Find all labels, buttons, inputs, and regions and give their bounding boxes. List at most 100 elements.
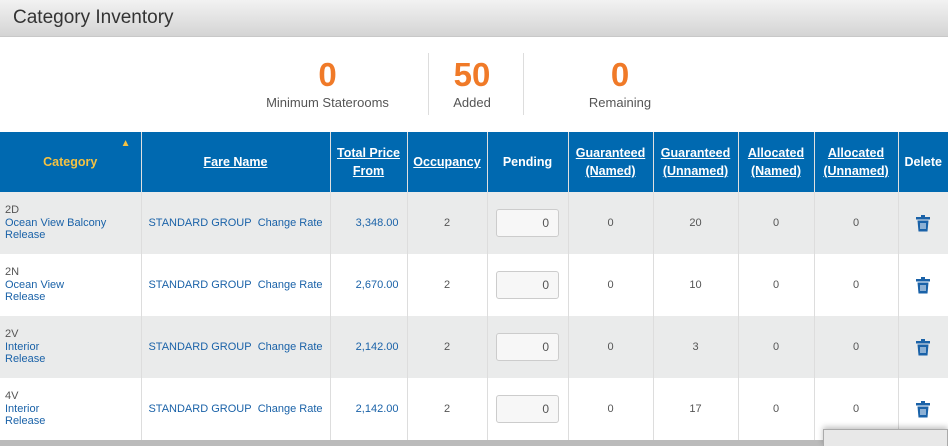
category-code: 2D <box>5 204 20 217</box>
divider <box>523 53 524 115</box>
change-rate-link[interactable]: Change Rate <box>258 403 323 415</box>
cell-price: 2,142.00 <box>329 378 407 440</box>
trash-icon[interactable] <box>916 276 931 293</box>
header-label: Guaranteed <box>575 146 646 160</box>
sort-ascending-icon: ▲ <box>120 138 131 149</box>
horizontal-scrollbar[interactable] <box>0 440 948 446</box>
cell-allocated-named: 0 <box>737 254 814 316</box>
category-name: Interior <box>5 402 40 415</box>
category-type: Release <box>5 415 46 428</box>
header-occupancy[interactable]: Occupancy <box>406 132 487 192</box>
cell-allocated-named: 0 <box>737 316 814 378</box>
cell-fare: STANDARD GROUP Change Rate <box>140 316 330 378</box>
cell-delete <box>897 254 948 316</box>
header-label: Fare Name <box>203 155 268 169</box>
stat-value: 50 <box>453 56 491 93</box>
cell-pending <box>486 378 568 440</box>
inventory-stats: 0 Minimum Staterooms 50 Added 0 Remaining <box>0 37 948 132</box>
cell-guaranteed-unnamed: 3 <box>652 316 738 378</box>
cell-guaranteed-unnamed: 17 <box>652 378 738 440</box>
header-total-price[interactable]: Total Price From <box>329 132 407 192</box>
cell-pending <box>486 316 568 378</box>
header-label: (Unnamed) <box>823 164 889 178</box>
fare-name: STANDARD GROUP <box>148 341 252 353</box>
header-pending: Pending <box>486 132 568 192</box>
category-code: 4V <box>5 390 19 403</box>
category-code: 2V <box>5 328 19 341</box>
header-category[interactable]: ▲ Category <box>0 132 141 192</box>
cell-pending <box>486 254 568 316</box>
floating-toolbar[interactable] <box>823 429 948 446</box>
stat-added: 50 Added <box>432 55 512 110</box>
table-row: 4V Interior Release STANDARD GROUP Change … <box>0 378 948 440</box>
fare-name: STANDARD GROUP <box>148 403 252 415</box>
cell-guaranteed-named: 0 <box>567 378 653 440</box>
header-label: Allocated <box>747 146 805 160</box>
table-row: 2N Ocean View Release STANDARD GROUP Chang… <box>0 254 948 316</box>
cell-category: 4V Interior Release <box>0 378 141 440</box>
cell-allocated-unnamed: 0 <box>813 316 898 378</box>
stat-value: 0 <box>610 56 630 93</box>
cell-guaranteed-unnamed: 10 <box>652 254 738 316</box>
header-delete: Delete <box>897 132 948 192</box>
cell-price: 2,142.00 <box>329 316 407 378</box>
category-name: Ocean View Balcony <box>5 216 107 229</box>
cell-guaranteed-unnamed: 20 <box>652 192 738 254</box>
pending-input[interactable] <box>496 209 559 237</box>
header-label: Total Price <box>337 146 400 160</box>
trash-icon[interactable] <box>916 400 931 417</box>
cell-guaranteed-named: 0 <box>567 254 653 316</box>
panel-title: Category Inventory <box>0 0 948 37</box>
stat-label: Added <box>453 95 491 110</box>
category-type: Release <box>5 353 46 366</box>
cell-category: 2N Ocean View Release <box>0 254 141 316</box>
header-guaranteed-named[interactable]: Guaranteed (Named) <box>567 132 653 192</box>
divider <box>428 53 429 115</box>
stat-label: Minimum Staterooms <box>266 95 389 110</box>
header-label: (Named) <box>585 164 636 178</box>
category-type: Release <box>5 291 46 304</box>
header-guaranteed-unnamed[interactable]: Guaranteed (Unnamed) <box>652 132 738 192</box>
cell-fare: STANDARD GROUP Change Rate <box>140 378 330 440</box>
category-code: 2N <box>5 266 20 279</box>
header-label: (Unnamed) <box>662 164 729 178</box>
category-name: Interior <box>5 340 40 353</box>
cell-allocated-named: 0 <box>737 378 814 440</box>
cell-guaranteed-named: 0 <box>567 192 653 254</box>
cell-occupancy: 2 <box>406 378 487 440</box>
cell-allocated-unnamed: 0 <box>813 192 898 254</box>
cell-pending <box>486 192 568 254</box>
stat-remaining: 0 Remaining <box>570 55 670 110</box>
change-rate-link[interactable]: Change Rate <box>258 341 323 353</box>
cell-price: 2,670.00 <box>329 254 407 316</box>
cell-category: 2V Interior Release <box>0 316 141 378</box>
cell-occupancy: 2 <box>406 254 487 316</box>
category-name: Ocean View <box>5 278 65 291</box>
cell-price: 3,348.00 <box>329 192 407 254</box>
trash-icon[interactable] <box>916 214 931 231</box>
pending-input[interactable] <box>496 333 559 361</box>
header-label: Allocated <box>827 146 885 160</box>
change-rate-link[interactable]: Change Rate <box>258 279 323 291</box>
pending-input[interactable] <box>496 395 559 423</box>
header-allocated-unnamed[interactable]: Allocated (Unnamed) <box>813 132 898 192</box>
stat-label: Remaining <box>588 95 652 110</box>
header-allocated-named[interactable]: Allocated (Named) <box>737 132 814 192</box>
header-fare-name[interactable]: Fare Name <box>140 132 330 192</box>
header-label: Guaranteed <box>660 146 731 160</box>
cell-category: 2D Ocean View Balcony Release <box>0 192 141 254</box>
header-label: (Named) <box>750 164 801 178</box>
cell-fare: STANDARD GROUP Change Rate <box>140 254 330 316</box>
table-row: 2V Interior Release STANDARD GROUP Change … <box>0 316 948 378</box>
cell-occupancy: 2 <box>406 316 487 378</box>
trash-icon[interactable] <box>916 338 931 355</box>
header-label: Category <box>43 155 98 169</box>
table-row: 2D Ocean View Balcony Release STANDARD GRO… <box>0 192 948 254</box>
category-table: ▲ Category Fare Name Total Price From Occu… <box>0 132 948 440</box>
header-label: Occupancy <box>413 155 481 169</box>
cell-allocated-named: 0 <box>737 192 814 254</box>
pending-input[interactable] <box>496 271 559 299</box>
stat-value: 0 <box>318 56 337 93</box>
change-rate-link[interactable]: Change Rate <box>258 217 323 229</box>
cell-delete <box>897 192 948 254</box>
